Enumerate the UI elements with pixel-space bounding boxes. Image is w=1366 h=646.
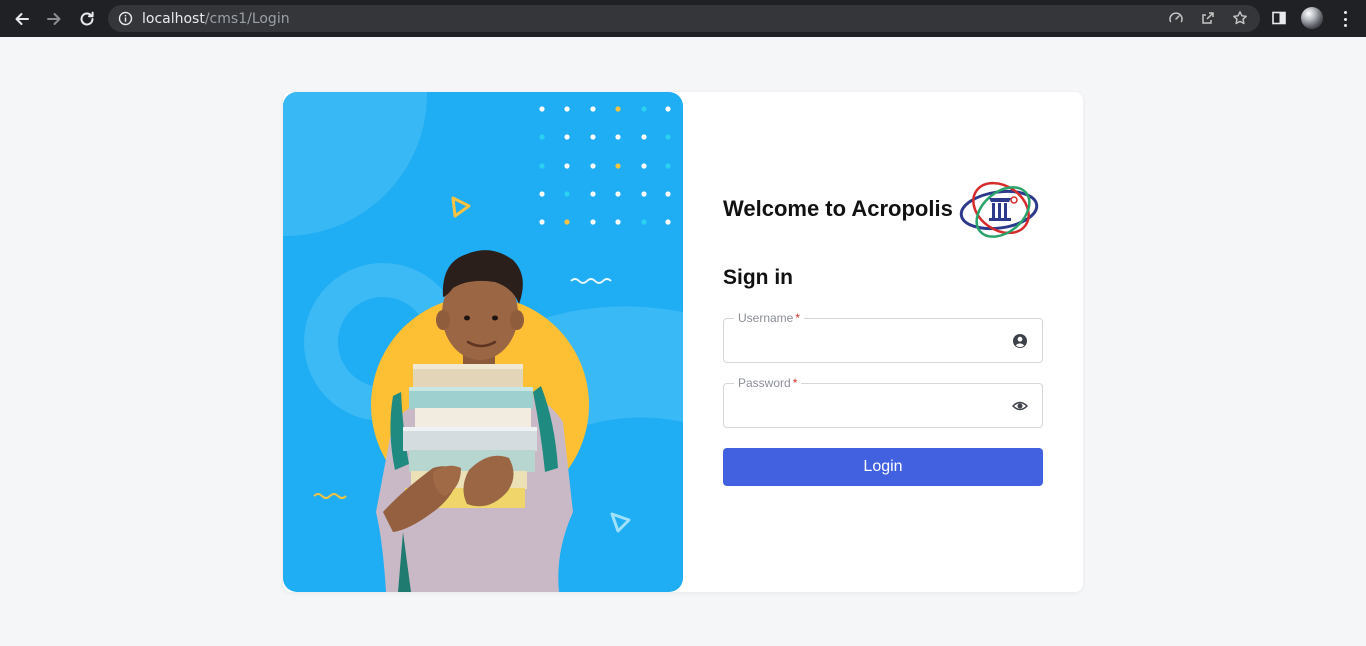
back-arrow-icon[interactable] — [11, 8, 33, 30]
profile-avatar[interactable] — [1301, 7, 1323, 29]
username-required-mark: * — [795, 311, 801, 325]
login-button[interactable]: Login — [723, 448, 1043, 486]
sign-in-heading: Sign in — [723, 266, 793, 289]
reload-icon[interactable] — [76, 8, 98, 30]
dot-pattern — [539, 106, 671, 225]
hero-illustration — [283, 92, 683, 592]
password-label: Password * — [734, 376, 802, 390]
password-required-mark: * — [792, 376, 798, 390]
welcome-heading: Welcome to Acropolis — [723, 196, 953, 221]
forward-arrow-icon[interactable] — [43, 8, 65, 30]
url-host: localhost — [142, 11, 205, 27]
password-field[interactable]: Password * — [723, 376, 1043, 428]
user-account-icon — [1012, 333, 1028, 349]
browser-toolbar: localhost/cms1/Login — [0, 0, 1366, 37]
username-label: Username * — [734, 311, 805, 325]
address-url: localhost/cms1/Login — [142, 11, 290, 27]
password-input[interactable] — [736, 394, 1006, 418]
more-menu-icon[interactable] — [1338, 9, 1352, 29]
side-panel-icon[interactable] — [1270, 9, 1288, 27]
share-icon[interactable] — [1199, 9, 1217, 27]
address-bar[interactable]: localhost/cms1/Login — [108, 5, 1260, 32]
show-password-eye-icon[interactable] — [1011, 398, 1029, 414]
username-field[interactable]: Username * — [723, 311, 1043, 363]
student-illustration — [283, 92, 683, 592]
bookmark-star-icon[interactable] — [1231, 9, 1249, 27]
login-card: Welcome to Acropolis Sign in Username * P… — [283, 92, 1083, 592]
url-path: /cms1/Login — [204, 11, 290, 27]
info-icon[interactable] — [118, 11, 133, 26]
acropolis-logo — [959, 180, 1041, 240]
username-input[interactable] — [736, 329, 1006, 353]
performance-icon[interactable] — [1167, 9, 1185, 27]
